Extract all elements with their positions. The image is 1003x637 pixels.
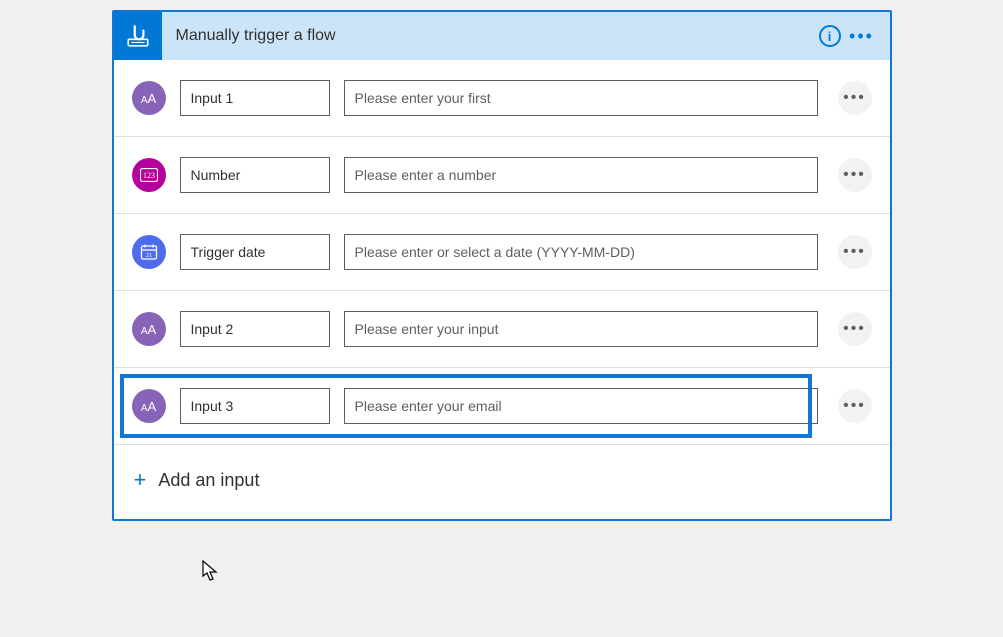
ellipsis-icon: ••• bbox=[843, 167, 866, 183]
input-name-field[interactable] bbox=[180, 157, 330, 193]
ellipsis-icon: ••• bbox=[849, 27, 874, 45]
trigger-icon bbox=[114, 12, 162, 60]
card-menu-button[interactable]: ••• bbox=[846, 20, 878, 52]
input-row: 123 ••• bbox=[114, 137, 890, 214]
input-more-button[interactable]: ••• bbox=[838, 81, 872, 115]
svg-text:21: 21 bbox=[145, 252, 152, 259]
input-name-field[interactable] bbox=[180, 80, 330, 116]
input-name-field[interactable] bbox=[180, 311, 330, 347]
card-title: Manually trigger a flow bbox=[176, 27, 814, 45]
number-type-icon: 123 bbox=[132, 158, 166, 192]
input-name-field[interactable] bbox=[180, 234, 330, 270]
input-more-button[interactable]: ••• bbox=[838, 158, 872, 192]
mouse-cursor bbox=[202, 560, 220, 582]
input-description-field[interactable] bbox=[344, 80, 818, 116]
input-description-field[interactable] bbox=[344, 234, 818, 270]
text-type-icon: AA bbox=[132, 312, 166, 346]
add-input-button[interactable]: + Add an input bbox=[114, 445, 890, 519]
svg-text:123: 123 bbox=[143, 171, 155, 180]
info-icon: i bbox=[819, 25, 841, 47]
input-more-button[interactable]: ••• bbox=[838, 235, 872, 269]
info-button[interactable]: i bbox=[814, 20, 846, 52]
inputs-list: AA ••• 123 ••• 21 ••• AA ••• AA ••• bbox=[114, 60, 890, 445]
add-input-label: Add an input bbox=[158, 470, 259, 491]
input-name-field[interactable] bbox=[180, 388, 330, 424]
input-row: 21 ••• bbox=[114, 214, 890, 291]
input-more-button[interactable]: ••• bbox=[838, 312, 872, 346]
input-description-field[interactable] bbox=[344, 311, 818, 347]
text-type-icon: AA bbox=[132, 81, 166, 115]
ellipsis-icon: ••• bbox=[843, 244, 866, 260]
input-description-field[interactable] bbox=[344, 388, 818, 424]
text-type-icon: AA bbox=[132, 389, 166, 423]
input-row: AA ••• bbox=[114, 291, 890, 368]
date-type-icon: 21 bbox=[132, 235, 166, 269]
ellipsis-icon: ••• bbox=[843, 321, 866, 337]
trigger-card: Manually trigger a flow i ••• AA ••• 123 ••… bbox=[112, 10, 892, 521]
input-row: AA ••• bbox=[114, 368, 890, 445]
plus-icon: + bbox=[134, 467, 147, 493]
input-row: AA ••• bbox=[114, 60, 890, 137]
input-description-field[interactable] bbox=[344, 157, 818, 193]
ellipsis-icon: ••• bbox=[843, 90, 866, 106]
card-header: Manually trigger a flow i ••• bbox=[114, 12, 890, 60]
ellipsis-icon: ••• bbox=[843, 398, 866, 414]
input-more-button[interactable]: ••• bbox=[838, 389, 872, 423]
